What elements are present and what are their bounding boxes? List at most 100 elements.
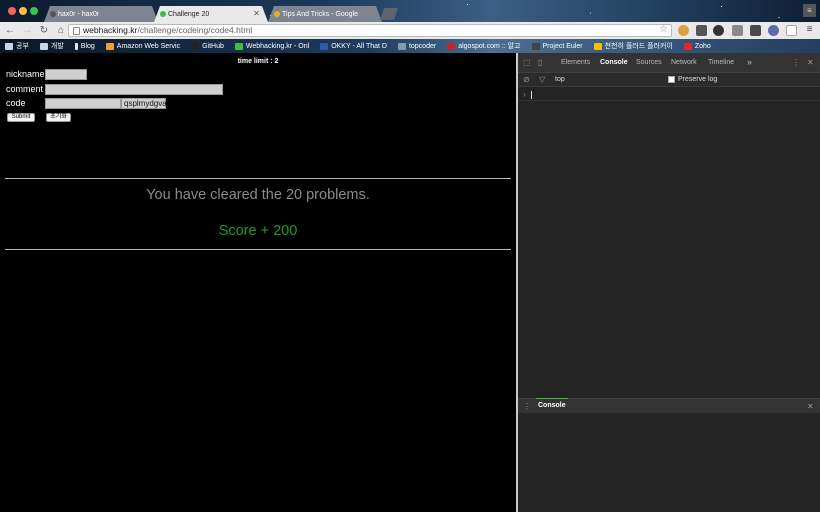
comment-input[interactable]	[45, 84, 223, 95]
webhacking-favicon-icon	[160, 11, 166, 17]
submit-button[interactable]: Submit	[7, 113, 35, 122]
bottom-divider	[5, 249, 511, 250]
page-info-icon[interactable]	[73, 27, 80, 35]
console-input-row[interactable]: ›	[518, 88, 820, 101]
back-arrow-icon[interactable]: ←	[3, 24, 17, 38]
topcoder-icon	[397, 42, 406, 50]
bookmark-label: 공부	[16, 43, 29, 50]
nickname-label: nickname	[6, 69, 45, 79]
extension-notes-icon[interactable]	[696, 25, 707, 36]
reset-button[interactable]: 초기화	[46, 113, 71, 122]
clear-console-icon[interactable]: ⊘	[523, 75, 530, 84]
extension-counter-icon[interactable]	[750, 25, 761, 36]
bookmark-label: OKKY - All That D	[331, 42, 387, 50]
console-drawer-header: ⋮ Console ✕	[518, 398, 820, 413]
reload-icon[interactable]: ↻	[37, 24, 51, 38]
extension-circle-icon[interactable]	[768, 25, 779, 36]
bookmark-label: Amazon Web Servic	[116, 42, 181, 50]
more-tabs-icon[interactable]: »	[747, 57, 752, 67]
tab-sources[interactable]: Sources	[636, 59, 662, 66]
drawer-tab-console[interactable]: Console	[538, 402, 566, 409]
devtools-tab-bar: ⬚ ▯ Elements Console Sources Network Tim…	[518, 53, 820, 73]
bookmark-item[interactable]: 개발	[39, 41, 64, 51]
bookmark-item[interactable]: 공부	[5, 41, 29, 51]
chrome-menu-icon[interactable]: ≡	[804, 25, 815, 36]
euler-icon	[531, 42, 540, 50]
close-devtools-icon[interactable]: ✕	[807, 58, 814, 67]
algospot-icon	[447, 42, 456, 50]
tab-label: hax0r - hax0r	[58, 10, 100, 18]
tab-console[interactable]: Console	[600, 59, 628, 66]
chrome-favicon-icon	[274, 11, 280, 17]
forward-arrow-icon[interactable]: →	[20, 24, 34, 38]
bookmark-label: Blog	[80, 42, 95, 50]
devtools-menu-icon[interactable]: ⋮	[792, 58, 800, 67]
url-path: /challenge/codeing/code4.html	[137, 25, 253, 35]
time-limit: time limit : 2	[237, 58, 279, 65]
close-tab-icon[interactable]: ✕	[253, 9, 260, 18]
extension-image-icon[interactable]	[732, 25, 743, 36]
url-host: webhacking.kr	[83, 25, 138, 35]
blog-icon	[593, 42, 602, 50]
preserve-log-checkbox[interactable]	[668, 76, 675, 83]
extension-record-icon[interactable]	[713, 25, 724, 36]
bookmark-star-icon[interactable]: ☆	[659, 24, 668, 35]
tab-network[interactable]: Network	[671, 59, 697, 66]
bookmark-item[interactable]: Project Euler	[531, 42, 583, 50]
bookmarks-bar: 공부 개발 Blog Amazon Web Servic GitHub Webh…	[0, 39, 820, 53]
bookmark-label: Project Euler	[542, 42, 583, 50]
bookmark-label: topcoder	[408, 42, 437, 50]
home-icon[interactable]: ⌂	[54, 24, 68, 38]
nickname-input[interactable]	[45, 69, 87, 80]
close-drawer-icon[interactable]: ✕	[807, 402, 814, 411]
window-close-button[interactable]	[8, 7, 16, 15]
comment-label: comment	[6, 84, 44, 94]
bookmark-item[interactable]: OKKY - All That D	[320, 42, 387, 50]
page-content: time limit : 2 nickname comment code qsp…	[0, 53, 516, 512]
bookmark-item[interactable]: Zoho	[683, 42, 711, 50]
bookmark-item[interactable]: algospot.com :: 알고	[447, 41, 521, 51]
address-bar[interactable]: webhacking.kr/challenge/codeing/code4.ht…	[68, 24, 672, 37]
code-input[interactable]	[45, 98, 121, 109]
bookmark-label: GitHub	[202, 42, 224, 50]
tab-tips-and-tricks[interactable]: Tips And Tricks - Google	[268, 6, 382, 22]
score-message: Score + 200	[218, 223, 298, 239]
preserve-log-label: Preserve log	[678, 76, 718, 83]
bookmark-label: 천천히 플러드 플러커이	[604, 43, 673, 50]
bookmark-item[interactable]: GitHub	[191, 42, 224, 50]
top-divider	[5, 178, 511, 179]
drawer-menu-icon[interactable]: ⋮	[523, 402, 531, 411]
folder-icon	[5, 42, 13, 50]
drawer-active-indicator	[536, 398, 568, 399]
bookmark-item[interactable]: Amazon Web Servic	[105, 42, 181, 50]
inspect-element-icon[interactable]: ⬚	[523, 58, 531, 67]
bookmark-item[interactable]: Blog	[74, 42, 95, 50]
devtools-panel: ⬚ ▯ Elements Console Sources Network Tim…	[518, 53, 820, 512]
extension-blank-icon[interactable]	[786, 25, 797, 36]
filter-icon[interactable]: ▽	[539, 75, 545, 84]
bookmark-item[interactable]: Webhacking.kr - Onl	[234, 42, 309, 50]
tab-challenge-20[interactable]: Challenge 20 ✕	[154, 6, 268, 22]
browser-toolbar: ← → ↻ ⌂ webhacking.kr/challenge/codeing/…	[0, 22, 820, 39]
tab-elements[interactable]: Elements	[561, 59, 590, 66]
console-prompt-icon: ›	[523, 90, 526, 99]
cleared-message: You have cleared the 20 problems.	[146, 187, 370, 203]
console-caret	[531, 91, 532, 99]
profile-menu-icon[interactable]: ≡	[803, 4, 816, 17]
bookmark-item[interactable]: 천천히 플러드 플러커이	[593, 41, 673, 51]
device-mode-icon[interactable]: ▯	[538, 58, 542, 67]
extension-cookie-icon[interactable]	[678, 25, 689, 36]
okky-icon	[320, 42, 329, 50]
window-minimize-button[interactable]	[19, 7, 27, 15]
tab-timeline[interactable]: Timeline	[708, 59, 734, 66]
tab-hax0r[interactable]: hax0r - hax0r	[44, 6, 158, 22]
console-drawer-body[interactable]	[518, 413, 820, 512]
pin-icon	[74, 42, 78, 50]
tab-strip: hax0r - hax0r Challenge 20 ✕ Tips And Tr…	[0, 0, 820, 22]
window-maximize-button[interactable]	[30, 7, 38, 15]
context-selector[interactable]: top	[555, 76, 565, 83]
bookmark-item[interactable]: topcoder	[397, 42, 437, 50]
webhacking-icon	[234, 42, 243, 50]
tab-label: Challenge 20	[168, 10, 210, 18]
code-label: code	[6, 98, 26, 108]
